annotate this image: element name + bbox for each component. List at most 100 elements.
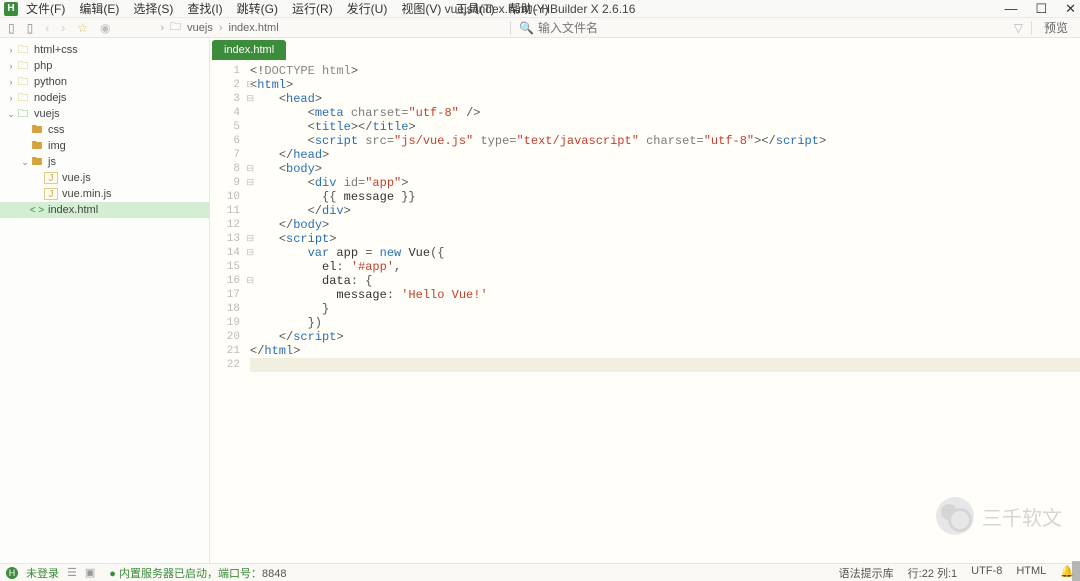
window-close-button[interactable]: ✕	[1065, 1, 1076, 17]
menu-item[interactable]: 运行(R)	[292, 0, 333, 17]
code-line[interactable]: var app = new Vue({	[250, 246, 1080, 260]
star-icon[interactable]: ☆	[77, 21, 88, 35]
terminal-icon[interactable]: ▣	[85, 566, 95, 579]
tree-node[interactable]: ›🗀html+css	[0, 42, 209, 58]
server-message: 内置服务器已启动，端口号：	[119, 568, 262, 580]
tree-label: index.html	[48, 204, 98, 216]
line-number: 4	[210, 106, 244, 120]
divider	[510, 21, 511, 35]
line-number: 11	[210, 204, 244, 218]
wechat-icon	[936, 497, 974, 535]
nav-back-icon[interactable]: ‹	[45, 21, 49, 35]
vertical-scrollbar[interactable]	[1070, 60, 1080, 581]
chevron-icon[interactable]: ⌄	[6, 109, 16, 120]
tree-node[interactable]: ⌄🖿js	[0, 154, 209, 170]
code-line[interactable]: {{ message }}	[250, 190, 1080, 204]
line-number: 8	[210, 162, 244, 176]
code-line[interactable]: <!DOCTYPE html>	[250, 64, 1080, 78]
menu-item[interactable]: 文件(F)	[26, 0, 65, 17]
file-icon: < >	[30, 204, 44, 216]
language-mode[interactable]: HTML	[1016, 565, 1046, 581]
file-search-input[interactable]	[538, 21, 658, 35]
code-line[interactable]: </div>	[250, 204, 1080, 218]
folder-icon: 🗀	[16, 44, 30, 56]
run-icon[interactable]: ◉	[100, 21, 110, 35]
chevron-icon[interactable]: ⌄	[20, 157, 30, 168]
code-line[interactable]: message: 'Hello Vue!'	[250, 288, 1080, 302]
code-content[interactable]: <!DOCTYPE html><html> <head> <meta chars…	[244, 60, 1080, 563]
line-number: 21	[210, 344, 244, 358]
filter-icon[interactable]: ▽	[1014, 21, 1023, 35]
nav-forward-icon[interactable]: ›	[61, 21, 65, 35]
scrollbar-thumb[interactable]	[1072, 561, 1080, 581]
list-icon[interactable]: ☰	[67, 566, 77, 579]
tree-node[interactable]: Jvue.js	[0, 170, 209, 186]
window-maximize-button[interactable]: ☐	[1035, 1, 1047, 17]
code-line[interactable]: </html>	[250, 344, 1080, 358]
tree-node[interactable]: ›🗀nodejs	[0, 90, 209, 106]
menu-item[interactable]: 发行(U)	[347, 0, 388, 17]
chevron-icon[interactable]: ›	[6, 93, 16, 103]
code-line[interactable]: })	[250, 316, 1080, 330]
folder-icon: 🗀	[170, 18, 181, 37]
breadcrumb-file[interactable]: index.html	[229, 22, 279, 34]
tree-node[interactable]: Jvue.min.js	[0, 186, 209, 202]
code-line[interactable]: data: {	[250, 274, 1080, 288]
file-tree: ›🗀html+css›🗀php›🗀python›🗀nodejs⌄🗀vuejs 🖿…	[0, 38, 209, 218]
divider	[1031, 21, 1032, 35]
preview-button[interactable]: 预览	[1040, 19, 1072, 36]
tree-label: img	[48, 140, 66, 152]
code-line[interactable]: <body>	[250, 162, 1080, 176]
tree-label: js	[48, 156, 56, 168]
code-line[interactable]: <html>	[250, 78, 1080, 92]
line-number: 15	[210, 260, 244, 274]
tree-label: vue.min.js	[62, 188, 112, 200]
code-line[interactable]	[250, 358, 1080, 372]
code-line[interactable]: </head>	[250, 148, 1080, 162]
tree-node[interactable]: < > index.html	[0, 202, 209, 218]
code-line[interactable]: </body>	[250, 218, 1080, 232]
breadcrumb-project[interactable]: vuejs	[187, 22, 213, 34]
window-title: vuejs/index.html - HBuilder X 2.6.16	[445, 2, 636, 16]
tab-active[interactable]: index.html	[212, 40, 286, 60]
tab-label: index.html	[224, 44, 274, 56]
code-line[interactable]: <title></title>	[250, 120, 1080, 134]
tree-label: css	[48, 124, 65, 136]
line-number: 17	[210, 288, 244, 302]
code-line[interactable]: }	[250, 302, 1080, 316]
file-icon: J	[44, 172, 58, 184]
code-line[interactable]: <head>	[250, 92, 1080, 106]
code-line[interactable]: <meta charset="utf-8" />	[250, 106, 1080, 120]
code-line[interactable]: el: '#app',	[250, 260, 1080, 274]
chevron-icon[interactable]: ›	[6, 61, 16, 71]
line-number: 13	[210, 232, 244, 246]
collapse-right-icon[interactable]: ▯	[27, 21, 34, 35]
file-icon: J	[44, 188, 58, 200]
tree-label: php	[34, 60, 52, 72]
line-number: 2	[210, 78, 244, 92]
chevron-icon[interactable]: ›	[6, 45, 16, 55]
line-number: 14	[210, 246, 244, 260]
menu-item[interactable]: 选择(S)	[133, 0, 173, 17]
menu-item[interactable]: 编辑(E)	[79, 0, 119, 17]
menu-item[interactable]: 查找(I)	[187, 0, 222, 17]
collapse-left-icon[interactable]: ▯	[8, 21, 15, 35]
line-number: 19	[210, 316, 244, 330]
encoding[interactable]: UTF-8	[971, 565, 1002, 581]
menu-item[interactable]: 视图(V)	[401, 0, 441, 17]
code-line[interactable]: <script>	[250, 232, 1080, 246]
chevron-icon[interactable]: ›	[6, 77, 16, 87]
code-area[interactable]: 12345678910111213141516171819202122 <!DO…	[210, 60, 1080, 563]
tree-node[interactable]: ›🗀python	[0, 74, 209, 90]
file-search: 🔍	[510, 18, 658, 37]
folder-icon: 🗀	[16, 76, 30, 88]
code-line[interactable]: </script>	[250, 330, 1080, 344]
cursor-position[interactable]: 行:22 列:1	[908, 565, 958, 581]
login-status[interactable]: 未登录	[26, 565, 59, 581]
tree-node[interactable]: ›🗀php	[0, 58, 209, 74]
code-line[interactable]: <script src="js/vue.js" type="text/javas…	[250, 134, 1080, 148]
syntax-hint[interactable]: 语法提示库	[839, 565, 894, 581]
code-line[interactable]: <div id="app">	[250, 176, 1080, 190]
window-minimize-button[interactable]: —	[1004, 1, 1017, 16]
menu-item[interactable]: 跳转(G)	[237, 0, 278, 17]
